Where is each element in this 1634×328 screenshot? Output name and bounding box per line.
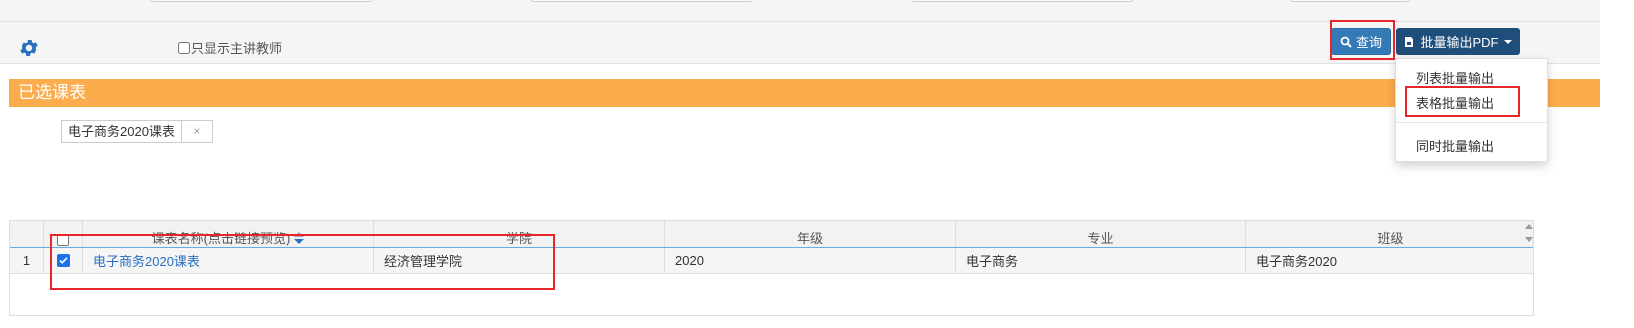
chip-close-icon[interactable]: × bbox=[182, 121, 212, 142]
cell-class: 电子商务2020 bbox=[1256, 254, 1337, 269]
cell-grade: 2020 bbox=[665, 248, 956, 273]
menu-item-list-output[interactable]: 列表批量输出 bbox=[1416, 68, 1494, 87]
row-number: 1 bbox=[10, 248, 44, 273]
cell-major: 电子商务 bbox=[956, 248, 1246, 273]
filter-input-2[interactable] bbox=[531, 0, 753, 2]
selected-timetable-header: 已选课表 bbox=[9, 79, 1600, 107]
filter-input-3[interactable] bbox=[911, 0, 1133, 2]
filter-input-4[interactable] bbox=[1290, 0, 1410, 2]
filter-row bbox=[0, 0, 1600, 22]
highlight-table-output bbox=[1405, 86, 1520, 117]
pdf-icon bbox=[1405, 36, 1414, 47]
scroll-arrows-icon[interactable] bbox=[1524, 222, 1534, 244]
caret-down-icon bbox=[1503, 39, 1512, 44]
menu-item-both-output[interactable]: 同时批量输出 bbox=[1416, 136, 1494, 155]
header-rownum bbox=[10, 221, 44, 247]
header-major[interactable]: 专业 bbox=[956, 221, 1246, 247]
highlight-query bbox=[1330, 20, 1395, 60]
teacher-only-label: 只显示主讲教师 bbox=[191, 41, 283, 56]
header-grade[interactable]: 年级 bbox=[665, 221, 956, 247]
menu-divider bbox=[1396, 122, 1547, 123]
batch-pdf-label: 批量输出PDF bbox=[1420, 35, 1499, 50]
filter-input-1[interactable] bbox=[150, 0, 372, 2]
chip-label: 电子商务2020课表 bbox=[62, 121, 182, 142]
batch-pdf-button[interactable]: 批量输出PDF bbox=[1396, 28, 1520, 55]
teacher-only-input[interactable] bbox=[178, 41, 190, 54]
header-class[interactable]: 班级 bbox=[1246, 221, 1535, 247]
highlight-row bbox=[50, 234, 555, 290]
teacher-only-checkbox[interactable]: 只显示主讲教师 bbox=[178, 38, 282, 57]
gear-icon[interactable] bbox=[18, 37, 40, 59]
selected-chip: 电子商务2020课表 × bbox=[61, 120, 213, 143]
